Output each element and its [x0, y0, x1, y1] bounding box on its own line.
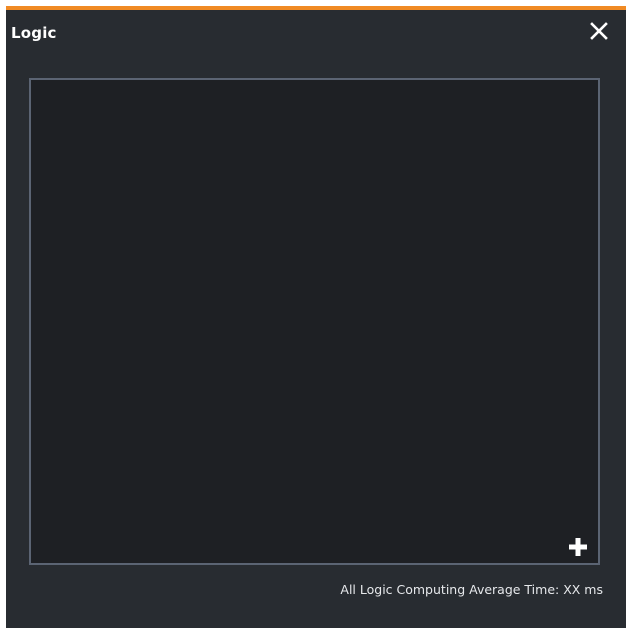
average-time-status: All Logic Computing Average Time: XX ms	[340, 582, 603, 597]
panel-title: Logic	[11, 24, 57, 42]
plus-icon	[569, 538, 587, 556]
logic-panel: Logic All Logic Computing Average Time: …	[6, 6, 626, 628]
close-icon	[590, 22, 608, 40]
close-button[interactable]	[588, 20, 610, 42]
logic-canvas[interactable]	[29, 78, 600, 565]
title-bar: Logic	[6, 10, 626, 60]
add-logic-button[interactable]	[567, 536, 589, 558]
